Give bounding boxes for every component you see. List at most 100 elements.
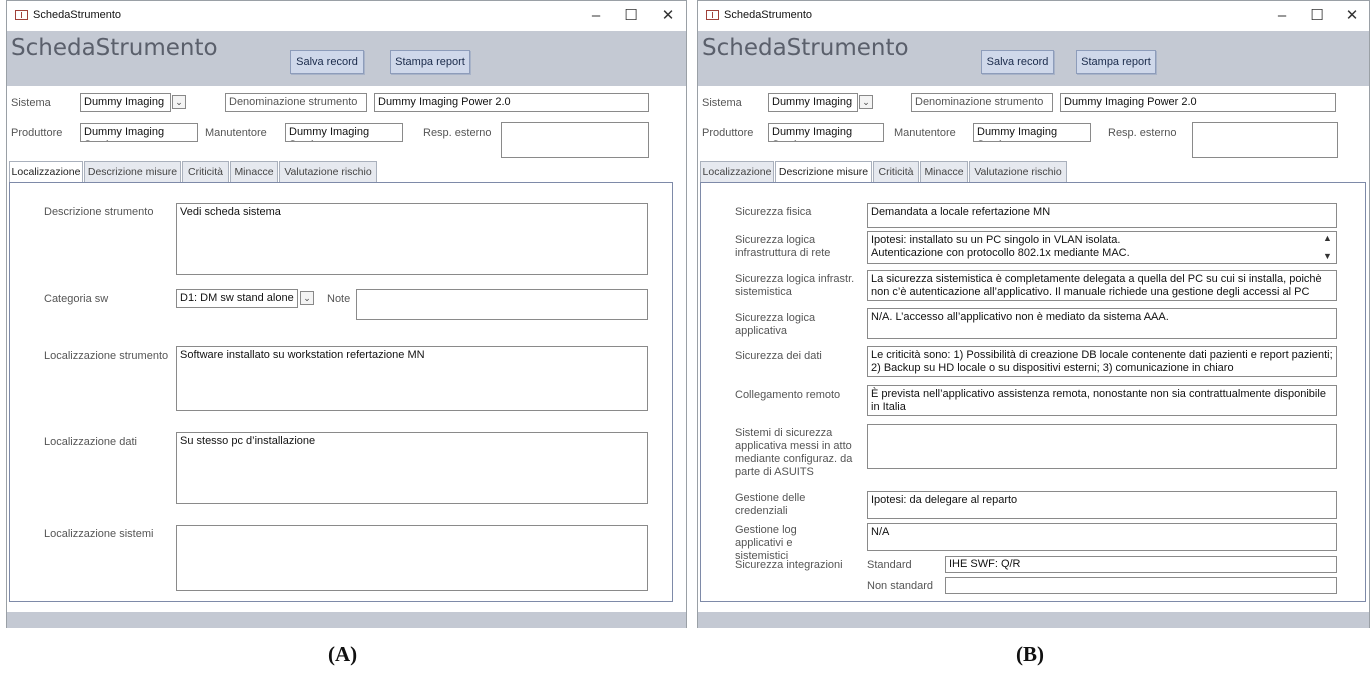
produttore-label: Produttore — [702, 127, 754, 139]
tab-criticita[interactable]: Criticità — [873, 161, 919, 182]
manutentore-label: Manutentore — [205, 127, 267, 139]
sistema-combo[interactable]: Dummy Imaging — [80, 93, 171, 112]
scroll-down-icon[interactable]: ▼ — [1323, 251, 1363, 261]
title-bar: SchedaStrumento – ☐ ✕ — [698, 1, 1369, 31]
resp-esterno-label: Resp. esterno — [1108, 127, 1177, 139]
title-bar: SchedaStrumento – ☐ ✕ — [7, 1, 686, 31]
app-icon — [706, 10, 719, 20]
produttore-label: Produttore — [11, 127, 63, 139]
sicurezza-fisica-field[interactable]: Demandata a locale refertazione MN — [867, 203, 1337, 228]
logica-rete-field[interactable]: Ipotesi: installato su un PC singolo in … — [867, 231, 1337, 264]
resp-esterno-field[interactable] — [1192, 122, 1338, 158]
manutentore-label: Manutentore — [894, 127, 956, 139]
save-button[interactable]: Salva record — [290, 50, 364, 74]
note-label: Note — [327, 293, 351, 305]
tab-valutazione-rischio[interactable]: Valutazione rischio — [279, 161, 377, 182]
loc-dati-field[interactable]: Su stesso pc d’installazione — [176, 432, 648, 504]
tab-criticita[interactable]: Criticità — [182, 161, 229, 182]
produttore-field[interactable]: Dummy Imaging S.p.A. — [80, 123, 198, 142]
sistema-label: Sistema — [11, 97, 51, 109]
categoria-sw-label: Categoria sw — [44, 293, 109, 305]
non-standard-field[interactable] — [945, 577, 1337, 594]
log-label: Gestione log applicativi e sistemistici — [735, 524, 797, 562]
non-standard-label: Non standard — [867, 580, 934, 592]
maximize-icon[interactable]: ☐ — [616, 5, 646, 27]
descrizione-strumento-label: Descrizione strumento — [44, 206, 154, 218]
integrazioni-label: Sicurezza integrazioni — [735, 559, 843, 571]
loc-sistemi-label: Localizzazione sistemi — [44, 528, 154, 540]
sicurezza-fisica-label: Sicurezza fisica — [735, 206, 812, 218]
caption-a: (A) — [328, 642, 358, 666]
tab-valutazione-rischio[interactable]: Valutazione rischio — [969, 161, 1067, 182]
tab-minacce[interactable]: Minacce — [230, 161, 278, 182]
form-header: SchedaStrumento Salva record Stampa repo… — [7, 31, 686, 86]
maximize-icon[interactable]: ☐ — [1302, 5, 1332, 27]
app-icon — [15, 10, 28, 20]
form-header: SchedaStrumento Salva record Stampa repo… — [698, 31, 1369, 86]
manutentore-field[interactable]: Dummy Imaging S.p.A. — [973, 123, 1091, 142]
denominazione-label: Denominazione strumento — [911, 93, 1053, 112]
logica-app-field[interactable]: N/A. L’accesso all’applicativo non è med… — [867, 308, 1337, 339]
denominazione-field[interactable]: Dummy Imaging Power 2.0 — [1060, 93, 1336, 112]
print-button[interactable]: Stampa report — [1076, 50, 1156, 74]
logica-sist-field[interactable]: La sicurezza sistemistica è completament… — [867, 270, 1337, 301]
logica-app-label: Sicurezza logica applicativa — [735, 312, 816, 337]
loc-strumento-label: Localizzazione strumento — [44, 350, 169, 362]
caption-b: (B) — [1016, 642, 1044, 666]
standard-field[interactable]: IHE SWF: Q/R — [945, 556, 1337, 573]
tab-panel: Sicurezza fisica Demandata a locale refe… — [700, 182, 1366, 602]
logica-sist-label: Sicurezza logica infrastr. sistemistica — [735, 273, 855, 298]
window-b: SchedaStrumento – ☐ ✕ SchedaStrumento Sa… — [697, 0, 1370, 628]
note-field[interactable] — [356, 289, 648, 320]
tab-bar: Localizzazione Descrizione misure Critic… — [700, 161, 1300, 183]
manutentore-field[interactable]: Dummy Imaging S.p.A. — [285, 123, 403, 142]
status-bar — [698, 612, 1369, 628]
credenziali-field[interactable]: Ipotesi: da delegare al reparto — [867, 491, 1337, 519]
loc-strumento-field[interactable]: Software installato su workstation refer… — [176, 346, 648, 411]
denominazione-label: Denominazione strumento — [225, 93, 367, 112]
tab-descrizione-misure[interactable]: Descrizione misure — [84, 161, 181, 182]
logica-rete-label: Sicurezza logica infrastruttura di rete — [735, 234, 831, 259]
tab-localizzazione[interactable]: Localizzazione — [700, 161, 774, 182]
scroll-up-icon[interactable]: ▲ — [1323, 233, 1363, 243]
chevron-down-icon[interactable]: ⌄ — [859, 95, 873, 109]
sicurezza-dati-field[interactable]: Le criticità sono: 1) Possibilità di cre… — [867, 346, 1337, 377]
window-title: SchedaStrumento — [724, 9, 813, 21]
sistema-combo[interactable]: Dummy Imaging — [768, 93, 858, 112]
tab-descrizione-misure[interactable]: Descrizione misure — [775, 161, 872, 183]
sicurezza-dati-label: Sicurezza dei dati — [735, 350, 822, 362]
tab-panel: Descrizione strumento Vedi scheda sistem… — [9, 182, 673, 602]
loc-sistemi-field[interactable] — [176, 525, 648, 591]
close-icon[interactable]: ✕ — [653, 5, 683, 27]
sistemi-applicativa-field[interactable] — [867, 424, 1337, 469]
form-title: SchedaStrumento — [702, 35, 909, 61]
form-title: SchedaStrumento — [11, 35, 218, 61]
descrizione-strumento-field[interactable]: Vedi scheda sistema — [176, 203, 648, 275]
sistema-label: Sistema — [702, 97, 742, 109]
resp-esterno-label: Resp. esterno — [423, 127, 492, 139]
categoria-sw-combo[interactable]: D1: DM sw stand alone — [176, 289, 298, 308]
resp-esterno-field[interactable] — [501, 122, 649, 158]
standard-label: Standard — [867, 559, 912, 571]
sistemi-applicativa-label: Sistemi di sicurezza applicativa messi i… — [735, 427, 853, 478]
save-button[interactable]: Salva record — [981, 50, 1054, 74]
produttore-field[interactable]: Dummy Imaging S.p.A. — [768, 123, 884, 142]
tab-minacce[interactable]: Minacce — [920, 161, 968, 182]
tab-bar: Localizzazione Descrizione misure Critic… — [9, 161, 609, 183]
window-a: SchedaStrumento – ☐ ✕ SchedaStrumento Sa… — [6, 0, 687, 628]
tab-localizzazione[interactable]: Localizzazione — [9, 161, 83, 183]
close-icon[interactable]: ✕ — [1337, 5, 1367, 27]
status-bar — [7, 612, 686, 628]
chevron-down-icon[interactable]: ⌄ — [300, 291, 314, 305]
loc-dati-label: Localizzazione dati — [44, 436, 137, 448]
log-field[interactable]: N/A — [867, 523, 1337, 551]
print-button[interactable]: Stampa report — [390, 50, 470, 74]
credenziali-label: Gestione delle credenziali — [735, 492, 806, 517]
denominazione-field[interactable]: Dummy Imaging Power 2.0 — [374, 93, 649, 112]
collegamento-remoto-label: Collegamento remoto — [735, 389, 841, 401]
minimize-icon[interactable]: – — [581, 5, 611, 27]
minimize-icon[interactable]: – — [1267, 5, 1297, 27]
collegamento-remoto-field[interactable]: È prevista nell’applicativo assistenza r… — [867, 385, 1337, 416]
chevron-down-icon[interactable]: ⌄ — [172, 95, 186, 109]
window-title: SchedaStrumento — [33, 9, 122, 21]
